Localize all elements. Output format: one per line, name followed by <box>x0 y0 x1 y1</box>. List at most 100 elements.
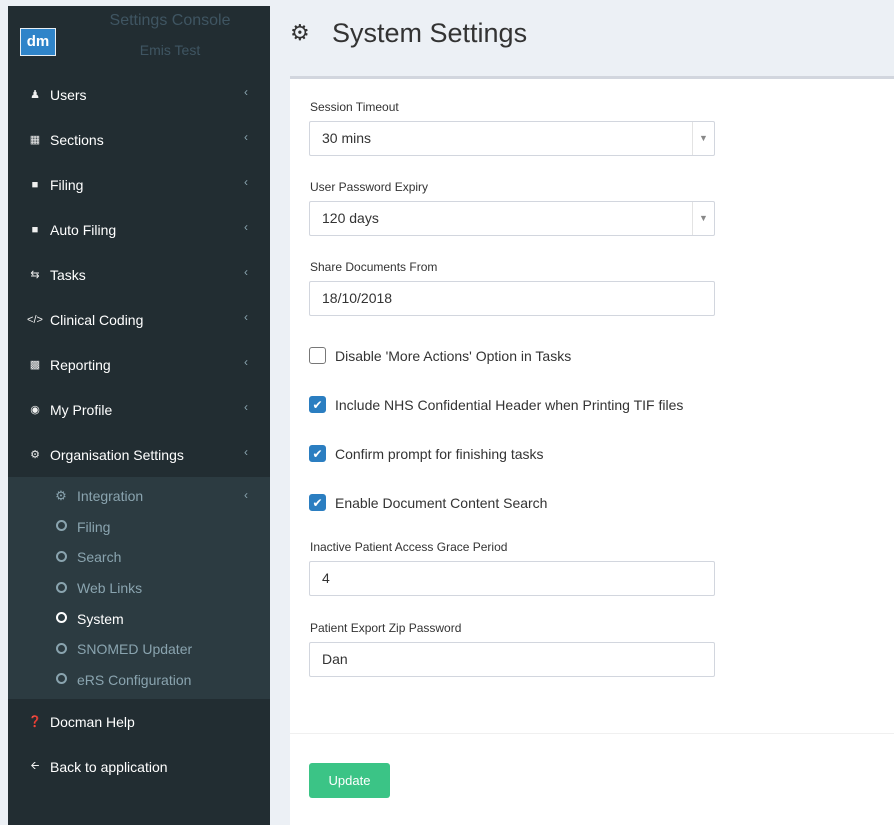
checkbox-document-content-search[interactable]: ✔ <box>309 494 326 511</box>
submenu-item-filing[interactable]: Filing <box>8 512 270 543</box>
sidebar-item-label: Reporting <box>50 356 111 373</box>
sidebar-item-filing[interactable]: ■ Filing ‹ <box>8 162 270 207</box>
submenu-item-search[interactable]: Search <box>8 542 270 573</box>
chevron-left-icon: ‹ <box>244 310 248 324</box>
sidebar-item-back-to-application[interactable]: 🡨 Back to application <box>8 744 270 789</box>
cogs-icon: ⚙ <box>55 488 67 504</box>
sidebar-item-label: My Profile <box>50 401 113 418</box>
sidebar-item-label: Back to application <box>50 758 168 775</box>
docman-logo: dm <box>20 28 56 56</box>
update-button[interactable]: Update <box>309 763 390 798</box>
chevron-left-icon: ‹ <box>244 400 248 414</box>
submenu-item-web-links[interactable]: Web Links <box>8 573 270 604</box>
circle-icon <box>51 550 71 565</box>
share-documents-label: Share Documents From <box>310 260 438 274</box>
page-title: System Settings <box>332 18 528 48</box>
sidebar-item-tasks[interactable]: ⇆ Tasks ‹ <box>8 252 270 297</box>
sidebar-item-organisation-settings[interactable]: ⚙ Organisation Settings ‹ <box>8 432 270 477</box>
checkbox-nhs-confidential-header[interactable]: ✔ <box>309 396 326 413</box>
brand: dm Settings Console Emis Test <box>8 6 270 72</box>
cogs-icon: ⚙ <box>30 449 40 461</box>
checkbox-label: Enable Document Content Search <box>335 494 548 511</box>
checkbox-label: Confirm prompt for finishing tasks <box>335 445 544 462</box>
sidebar-bottom-menu: ❓ Docman Help 🡨 Back to application <box>8 699 270 789</box>
retweet-icon: ⇆ <box>30 269 40 281</box>
cogs-icon: ⚙ <box>290 20 310 45</box>
bar-chart-icon: ▩ <box>29 359 41 371</box>
console-title: Settings Console <box>109 12 231 29</box>
sidebar-menu: ♟ Users ‹ ▦ Sections ‹ ■ Filing ‹ ■ Auto… <box>8 72 270 477</box>
zip-password-label: Patient Export Zip Password <box>310 621 462 635</box>
sidebar-item-label: Users <box>50 86 87 103</box>
chevron-left-icon: ‹ <box>244 130 248 144</box>
sidebar-item-clinical-coding[interactable]: </> Clinical Coding ‹ <box>8 297 270 342</box>
sidebar-item-label: Auto Filing <box>50 221 117 238</box>
settings-panel: Session Timeout 30 mins ▼ User Password … <box>290 76 894 825</box>
circle-icon <box>51 519 71 534</box>
chevron-left-icon: ‹ <box>244 175 248 189</box>
sidebar: dm Settings Console Emis Test ♟ Users ‹ … <box>8 6 270 825</box>
organisation-settings-submenu: ⚙ Integration ‹ Filing Search Web Links … <box>8 477 270 700</box>
submenu-item-label: Web Links <box>77 580 143 597</box>
chevron-left-icon: ‹ <box>244 220 248 234</box>
checkbox-label: Include NHS Confidential Header when Pri… <box>335 396 684 413</box>
sidebar-item-label: Filing <box>50 176 84 193</box>
console-subtitle: Emis Test <box>139 42 201 58</box>
user-circle-icon: ◉ <box>30 404 40 416</box>
session-timeout-value: 30 mins <box>322 130 372 146</box>
chevron-left-icon: ‹ <box>244 355 248 369</box>
checkbox-row-disable-more-actions[interactable]: Disable 'More Actions' Option in Tasks <box>309 347 571 364</box>
session-timeout-label: Session Timeout <box>310 100 399 114</box>
sidebar-item-label: Tasks <box>50 266 86 283</box>
sidebar-item-auto-filing[interactable]: ■ Auto Filing ‹ <box>8 207 270 252</box>
checkbox-row-document-content-search[interactable]: ✔ Enable Document Content Search <box>309 494 547 511</box>
submenu-item-label: SNOMED Updater <box>77 641 193 658</box>
checkbox-row-confirm-prompt[interactable]: ✔ Confirm prompt for finishing tasks <box>309 445 544 462</box>
password-expiry-value: 120 days <box>322 210 379 226</box>
checkbox-disable-more-actions[interactable] <box>309 347 326 364</box>
sidebar-item-reporting[interactable]: ▩ Reporting ‹ <box>8 342 270 387</box>
chevron-left-icon: ‹ <box>244 445 248 459</box>
submenu-item-label: Integration <box>77 488 144 505</box>
question-icon: ❓ <box>28 716 42 729</box>
submenu-item-system[interactable]: System <box>8 603 270 634</box>
password-expiry-select[interactable]: 120 days ▼ <box>309 201 715 236</box>
chevron-left-icon: ‹ <box>244 265 248 279</box>
password-expiry-label: User Password Expiry <box>310 180 429 194</box>
submenu-item-label: System <box>77 610 124 627</box>
code-icon: </> <box>27 313 43 326</box>
submenu-item-ers-configuration[interactable]: eRS Configuration <box>8 665 270 696</box>
circle-icon <box>51 581 71 596</box>
sidebar-item-sections[interactable]: ▦ Sections ‹ <box>8 117 270 162</box>
page-header: ⚙ System Settings <box>270 6 894 66</box>
divider <box>290 733 894 734</box>
checkbox-label: Disable 'More Actions' Option in Tasks <box>335 347 572 364</box>
circle-icon <box>51 672 71 687</box>
session-timeout-select[interactable]: 30 mins ▼ <box>309 121 715 156</box>
submenu-item-snomed-updater[interactable]: SNOMED Updater <box>8 634 270 665</box>
grace-period-label: Inactive Patient Access Grace Period <box>310 540 508 554</box>
zip-password-input[interactable]: Dan <box>309 642 715 677</box>
arrow-left-icon: 🡨 <box>30 760 40 773</box>
dropdown-caret-icon: ▼ <box>692 202 714 235</box>
grace-period-input[interactable]: 4 <box>309 561 715 596</box>
share-documents-input[interactable]: 18/10/2018 <box>309 281 715 316</box>
submenu-item-integration[interactable]: ⚙ Integration ‹ <box>8 481 270 512</box>
checkbox-row-nhs-confidential-header[interactable]: ✔ Include NHS Confidential Header when P… <box>309 396 683 413</box>
sidebar-item-label: Organisation Settings <box>50 446 184 463</box>
sidebar-item-docman-help[interactable]: ❓ Docman Help <box>8 699 270 744</box>
sidebar-item-my-profile[interactable]: ◉ My Profile ‹ <box>8 387 270 432</box>
folder-icon: ■ <box>31 223 39 236</box>
submenu-item-label: eRS Configuration <box>77 671 192 688</box>
sidebar-item-label: Clinical Coding <box>50 311 144 328</box>
chevron-left-icon: ‹ <box>244 85 248 99</box>
folder-icon: ■ <box>31 178 39 191</box>
sidebar-item-label: Sections <box>50 131 104 148</box>
chevron-left-icon: ‹ <box>244 488 248 502</box>
submenu-item-label: Search <box>77 549 122 566</box>
sidebar-item-label: Docman Help <box>50 713 135 730</box>
sidebar-item-users[interactable]: ♟ Users ‹ <box>8 72 270 117</box>
checkbox-confirm-prompt[interactable]: ✔ <box>309 445 326 462</box>
table-icon: ▦ <box>29 134 41 146</box>
circle-icon <box>51 642 71 657</box>
